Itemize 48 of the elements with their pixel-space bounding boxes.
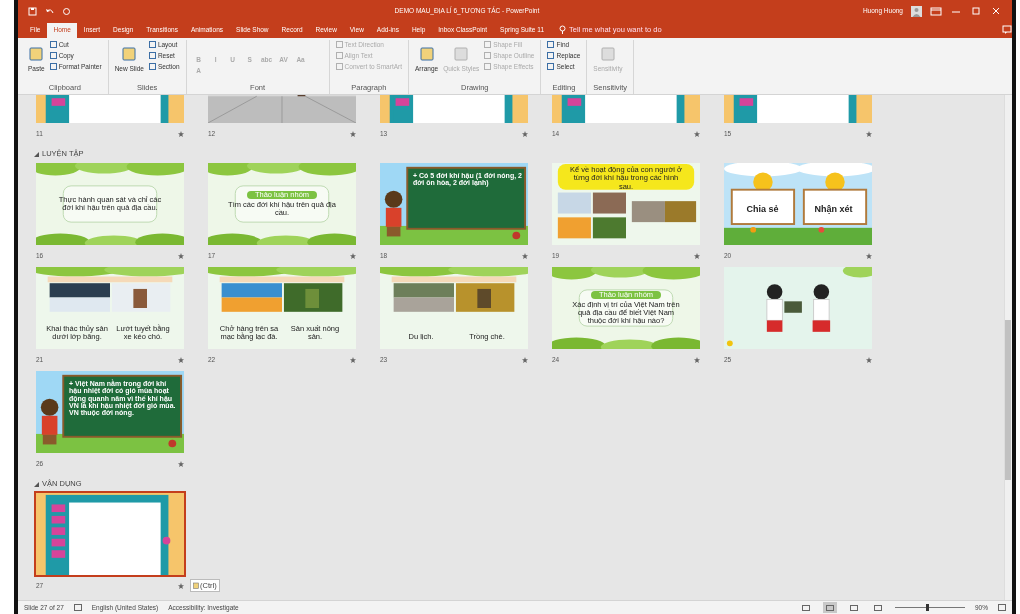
lightbulb-icon bbox=[559, 24, 566, 34]
star-icon[interactable] bbox=[522, 357, 528, 363]
view-button[interactable] bbox=[847, 602, 861, 613]
star-icon[interactable] bbox=[178, 461, 184, 467]
collapse-triangle-icon[interactable] bbox=[34, 151, 39, 157]
tool-icon bbox=[418, 46, 435, 63]
star-icon[interactable] bbox=[178, 253, 184, 259]
undo-icon[interactable] bbox=[45, 6, 54, 16]
close-icon[interactable] bbox=[990, 6, 1002, 16]
ribbon-display-icon[interactable] bbox=[930, 6, 942, 16]
slide-text: Chia sẻ bbox=[745, 205, 780, 215]
scrollbar-thumb[interactable] bbox=[1005, 320, 1011, 480]
comments-icon[interactable] bbox=[1002, 25, 1012, 35]
view-button[interactable] bbox=[799, 602, 813, 613]
star-icon[interactable] bbox=[350, 131, 356, 137]
view-icon bbox=[826, 604, 834, 611]
zoom-slider-thumb[interactable] bbox=[926, 604, 930, 611]
tool-icon bbox=[28, 46, 45, 63]
tool-icon bbox=[453, 46, 470, 63]
star-icon[interactable] bbox=[522, 253, 528, 259]
star-icon[interactable] bbox=[350, 357, 356, 363]
avatar-icon bbox=[911, 5, 922, 17]
spelling-icon[interactable] bbox=[73, 604, 82, 611]
star-icon[interactable] bbox=[694, 253, 700, 259]
star-icon[interactable] bbox=[178, 131, 184, 137]
clipboard-icon bbox=[193, 581, 199, 589]
collapse-triangle-icon[interactable] bbox=[34, 481, 39, 487]
fit-to-window-icon[interactable] bbox=[998, 604, 1006, 611]
view-icon bbox=[850, 604, 858, 611]
star-icon[interactable] bbox=[178, 583, 184, 589]
star-icon[interactable] bbox=[866, 253, 872, 259]
save-icon[interactable] bbox=[28, 6, 37, 16]
slide-thumbnail[interactable]: Chia sẻ Nhận xét bbox=[722, 161, 874, 247]
star-icon[interactable] bbox=[350, 253, 356, 259]
view-button[interactable] bbox=[823, 602, 837, 613]
star-icon[interactable] bbox=[522, 131, 528, 137]
maximize-icon[interactable] bbox=[970, 6, 982, 16]
star-icon[interactable] bbox=[694, 131, 700, 137]
view-icon bbox=[874, 604, 882, 611]
slide-text: Nhận xét bbox=[813, 205, 854, 215]
star-icon[interactable] bbox=[178, 357, 184, 363]
view-icon bbox=[802, 604, 810, 611]
tool-icon bbox=[121, 46, 138, 63]
tool-icon bbox=[599, 46, 616, 63]
star-icon[interactable] bbox=[694, 357, 700, 363]
star-icon[interactable] bbox=[866, 131, 872, 137]
view-button[interactable] bbox=[871, 602, 885, 613]
star-icon[interactable] bbox=[866, 357, 872, 363]
